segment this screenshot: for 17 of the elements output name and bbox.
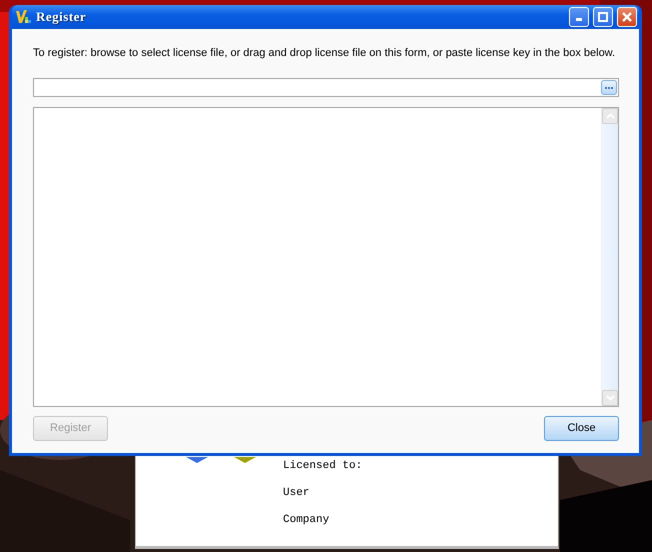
minimize-button[interactable] xyxy=(569,7,589,27)
close-button[interactable] xyxy=(617,7,637,27)
app-icon xyxy=(15,9,32,25)
license-text: Licensed to: xyxy=(283,459,364,474)
browse-icon[interactable] xyxy=(601,80,617,95)
window-title: Register xyxy=(36,8,88,26)
license-file-field[interactable] xyxy=(33,78,619,97)
scrollbar[interactable] xyxy=(601,108,618,406)
scroll-down-icon[interactable] xyxy=(602,390,618,406)
close-icon xyxy=(622,12,632,22)
license-text: Company xyxy=(283,513,330,528)
scroll-up-icon[interactable] xyxy=(602,108,618,124)
maximize-button[interactable] xyxy=(593,7,613,27)
instruction-text: To register: browse to select license file, or drag and drop license file on this form, or paste license key in the box below. xyxy=(33,46,616,60)
maximize-icon xyxy=(598,12,608,22)
license-text: User xyxy=(283,486,310,501)
close-dialog-button[interactable]: Close xyxy=(544,416,619,441)
